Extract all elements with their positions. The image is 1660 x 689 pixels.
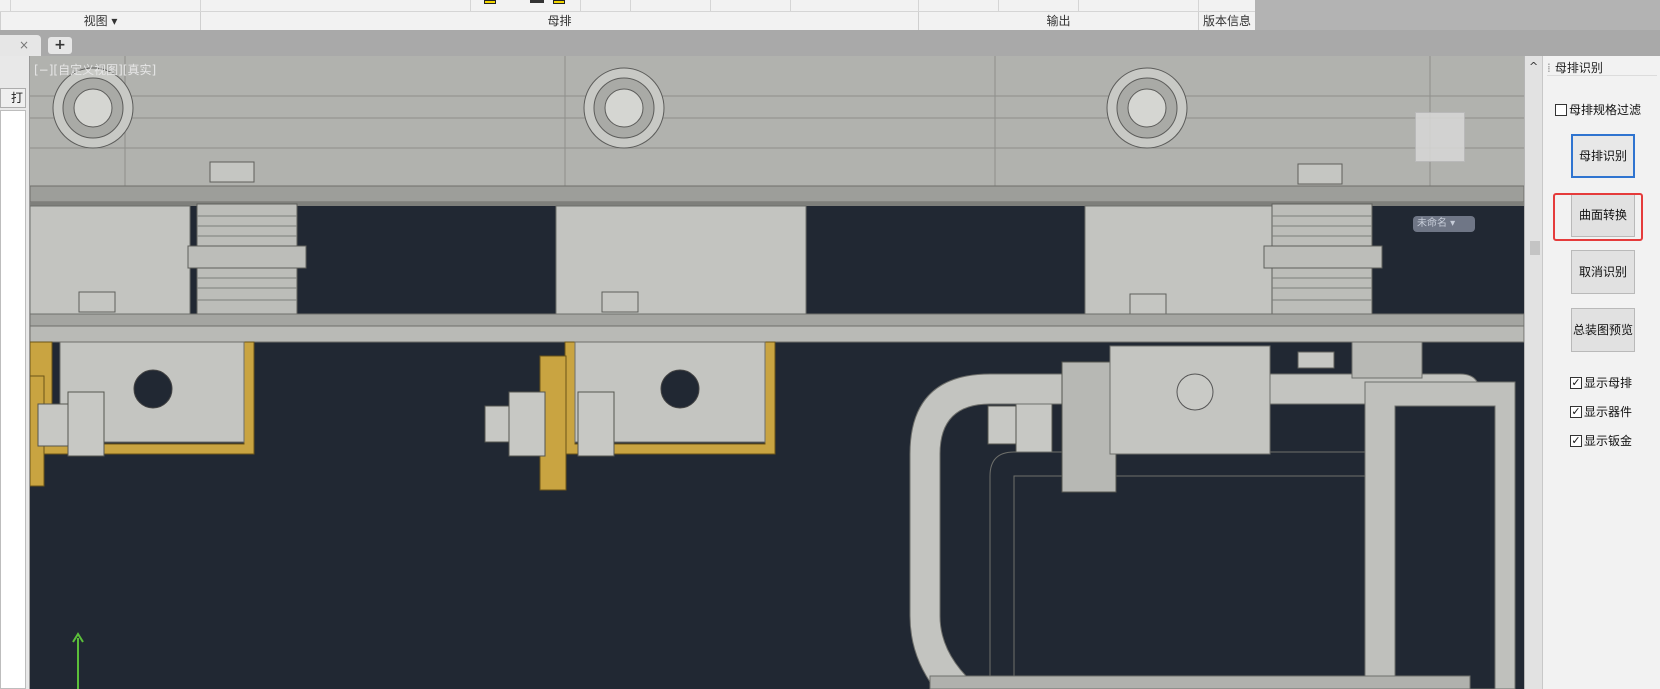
ribbon-panel-version: 版本信息 bbox=[1198, 12, 1255, 30]
ribbon-empty-area bbox=[1255, 0, 1660, 30]
model-render bbox=[30, 56, 1524, 689]
show-sheetmetal-row[interactable]: ✓ 显示钣金 bbox=[1570, 432, 1632, 449]
show-device-checkbox[interactable]: ✓ bbox=[1570, 405, 1582, 418]
ucs-axis-icon bbox=[72, 632, 84, 689]
cancel-recognize-button[interactable]: 取消识别 bbox=[1571, 250, 1635, 294]
ribbon-panel-busbar: 母排 bbox=[200, 12, 918, 30]
panel-title: ⁞ 母排识别 bbox=[1547, 60, 1657, 76]
view-cube-icon[interactable] bbox=[1415, 112, 1465, 162]
drag-handle-icon[interactable]: ⁞ bbox=[1547, 61, 1551, 75]
close-icon[interactable]: × bbox=[19, 38, 29, 52]
model-viewport[interactable]: [−][自定义视图][真实] 未命名 ▾ bbox=[30, 56, 1524, 689]
show-sheetmetal-checkbox[interactable]: ✓ bbox=[1570, 434, 1582, 447]
ribbon-panel-view[interactable]: 视图 ▾ bbox=[0, 12, 200, 30]
ucs-dropdown[interactable]: 未命名 ▾ bbox=[1413, 216, 1475, 232]
ribbon: 视图 ▾ 母排 输出 版本信息 bbox=[0, 0, 1660, 30]
handle-bracket bbox=[1061, 361, 1117, 493]
assembly-preview-button[interactable]: 总装图预览 bbox=[1571, 308, 1635, 352]
ribbon-panel-output: 输出 bbox=[918, 12, 1198, 30]
show-busbar-label: 显示母排 bbox=[1584, 376, 1633, 390]
document-tab-bar: × + bbox=[0, 30, 1660, 56]
collapse-icon[interactable]: ^ bbox=[1529, 60, 1538, 73]
panel-side-strip: ^ bbox=[1525, 56, 1543, 689]
busbar-block bbox=[555, 205, 807, 317]
ribbon-tool-icon[interactable] bbox=[530, 0, 544, 3]
lower-rail bbox=[30, 313, 1524, 327]
highlight-annotation bbox=[1553, 193, 1643, 241]
ribbon-top-cells bbox=[0, 0, 1255, 12]
upper-rail bbox=[30, 185, 1524, 203]
left-list-area[interactable] bbox=[0, 110, 26, 689]
left-panel: 打开 bbox=[0, 56, 30, 689]
busbar-recognize-button[interactable]: 母排识别 bbox=[1571, 134, 1635, 178]
show-device-label: 显示器件 bbox=[1584, 405, 1633, 419]
show-busbar-checkbox[interactable]: ✓ bbox=[1570, 376, 1582, 389]
show-sheetmetal-label: 显示钣金 bbox=[1584, 434, 1633, 448]
viewport-controls-label[interactable]: [−][自定义视图][真实] bbox=[34, 61, 156, 78]
filter-checkbox-row[interactable]: 母排规格过滤 bbox=[1555, 101, 1641, 118]
new-tab-button[interactable]: + bbox=[48, 37, 72, 54]
show-device-row[interactable]: ✓ 显示器件 bbox=[1570, 403, 1632, 420]
panel-title-text: 母排识别 bbox=[1554, 61, 1603, 75]
ribbon-color-swatch[interactable] bbox=[484, 0, 496, 4]
open-button[interactable]: 打开 bbox=[0, 88, 26, 123]
filter-label: 母排规格过滤 bbox=[1569, 103, 1642, 117]
scroll-grip[interactable] bbox=[1530, 241, 1540, 255]
document-tab[interactable]: × bbox=[0, 35, 41, 56]
filter-checkbox[interactable] bbox=[1555, 103, 1567, 116]
show-busbar-row[interactable]: ✓ 显示母排 bbox=[1570, 374, 1632, 391]
ribbon-color-swatch[interactable] bbox=[553, 0, 565, 4]
